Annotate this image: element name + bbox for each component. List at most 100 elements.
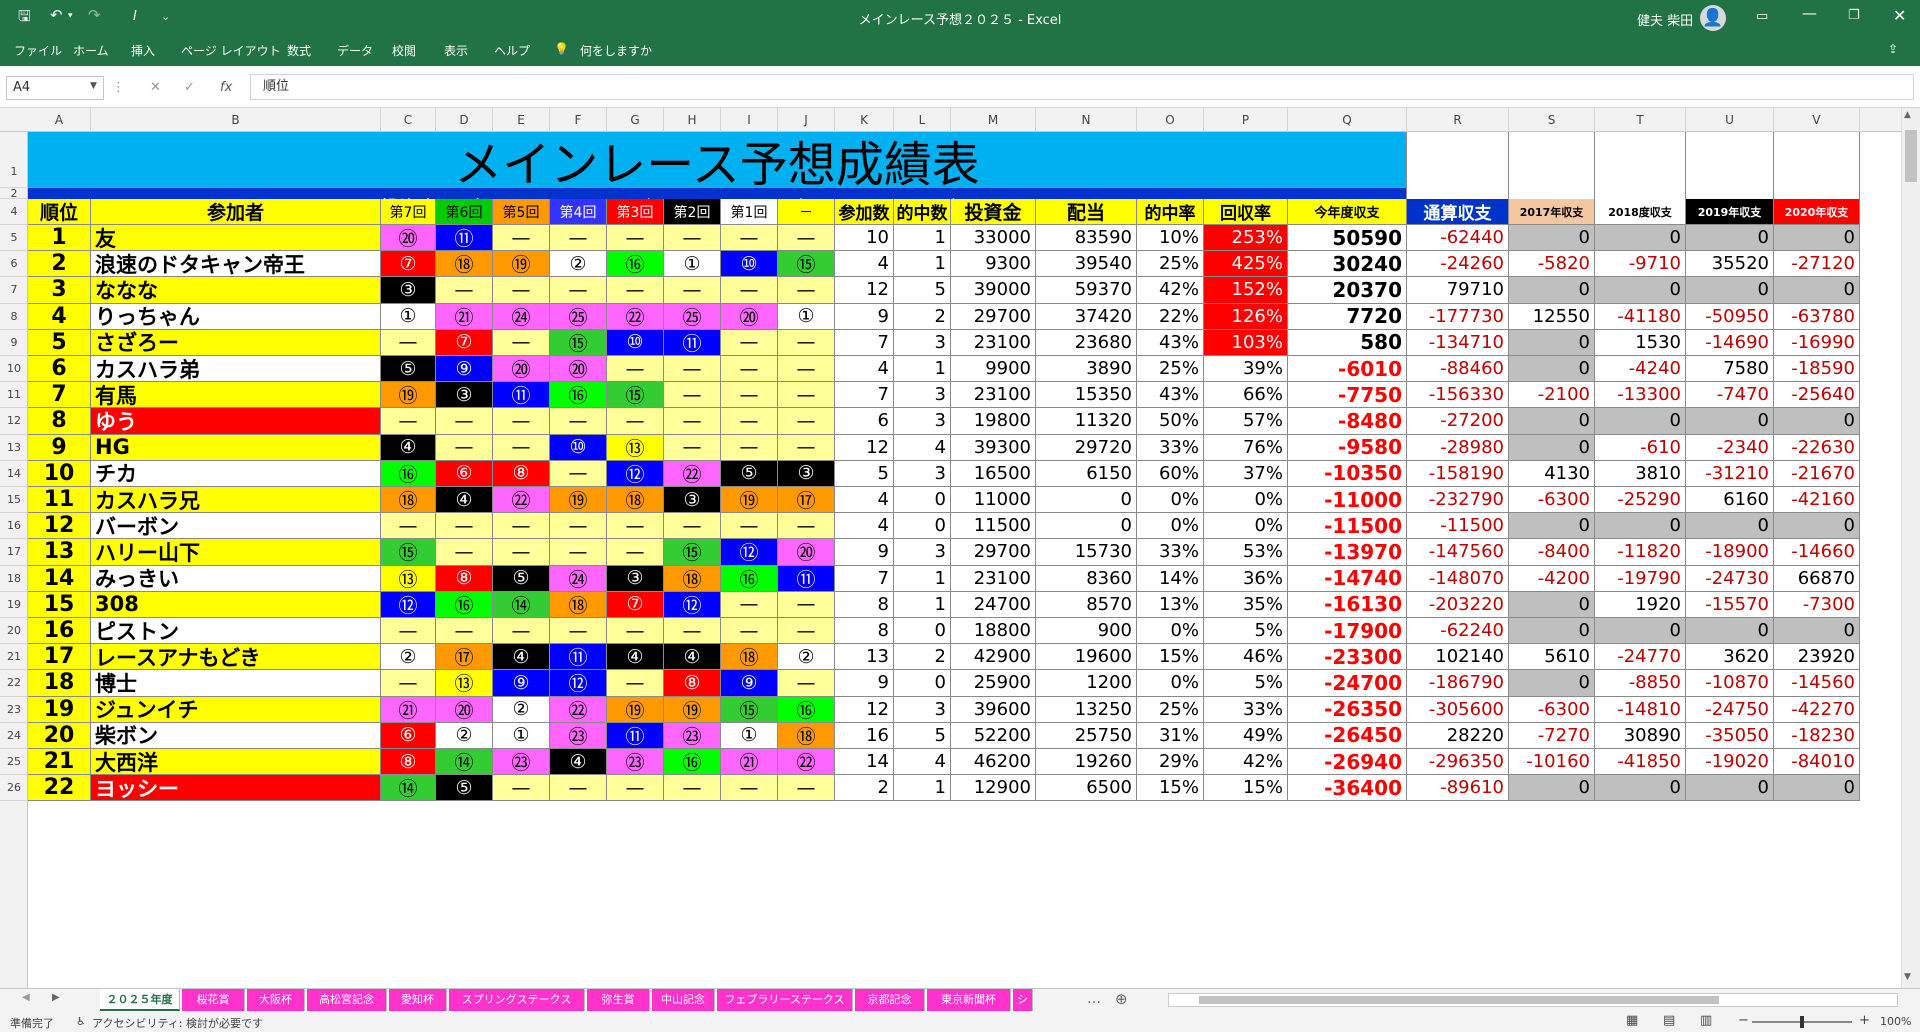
total-balance-cell[interactable]: 28220 [1407, 722, 1509, 749]
payout-cell[interactable]: 900 [1036, 618, 1137, 645]
return-rate-cell[interactable]: 126% [1204, 303, 1288, 330]
race-result-cell[interactable]: — [664, 408, 721, 435]
row-header[interactable]: 21 [0, 644, 28, 671]
hits-cell[interactable]: 2 [894, 303, 951, 330]
payout-cell[interactable]: 15730 [1036, 539, 1137, 566]
hits-cell[interactable]: 1 [894, 591, 951, 618]
entries-cell[interactable]: 7 [835, 382, 894, 409]
year-history-cell[interactable]: -8850 [1595, 670, 1686, 697]
year-history-cell[interactable]: 0 [1595, 618, 1686, 645]
race-result-cell[interactable]: ② [381, 644, 436, 671]
return-rate-cell[interactable]: 5% [1204, 670, 1288, 697]
entries-cell[interactable]: 13 [835, 644, 894, 671]
race-result-cell[interactable]: — [778, 356, 835, 383]
race-result-cell[interactable]: ① [664, 251, 721, 278]
year-history-cell[interactable]: 0 [1686, 225, 1774, 252]
name-box-dropdown-icon[interactable]: ▼ [90, 81, 97, 91]
race-result-cell[interactable]: ㉒ [493, 487, 550, 514]
year-balance-cell[interactable]: -14740 [1288, 565, 1407, 592]
race-result-cell[interactable]: — [436, 539, 493, 566]
column-header[interactable]: I [721, 108, 778, 132]
year-history-cell[interactable]: 1530 [1595, 329, 1686, 356]
payout-cell[interactable]: 59370 [1036, 277, 1137, 304]
year-balance-cell[interactable]: -6010 [1288, 356, 1407, 383]
row-header[interactable]: 19 [0, 592, 28, 618]
rank-cell[interactable]: 12 [28, 513, 91, 540]
hit-rate-cell[interactable]: 42% [1137, 277, 1204, 304]
add-sheet-icon[interactable]: ⊕ [1115, 990, 1128, 1008]
column-header[interactable]: A [28, 108, 91, 132]
header-cell[interactable]: 2017年収支 [1509, 199, 1595, 225]
year-history-cell[interactable]: 0 [1509, 434, 1595, 461]
year-history-cell[interactable]: -4200 [1509, 565, 1595, 592]
hit-rate-cell[interactable]: 25% [1137, 251, 1204, 278]
tab-data[interactable]: データ [337, 42, 373, 59]
year-balance-cell[interactable]: 50590 [1288, 225, 1407, 252]
race-result-cell[interactable]: ⑧ [436, 565, 493, 592]
year-history-cell[interactable]: 0 [1686, 775, 1774, 802]
payout-cell[interactable]: 1200 [1036, 670, 1137, 697]
entries-cell[interactable]: 9 [835, 539, 894, 566]
return-rate-cell[interactable]: 76% [1204, 434, 1288, 461]
race-result-cell[interactable]: ② [778, 644, 835, 671]
tab-more-icon[interactable]: … [1087, 991, 1101, 1007]
tell-me-search[interactable]: 何をしますか [580, 42, 652, 59]
column-header[interactable]: O [1137, 108, 1204, 132]
hits-cell[interactable]: 1 [894, 775, 951, 802]
year-history-cell[interactable]: -8400 [1509, 539, 1595, 566]
race-result-cell[interactable]: ⑤ [436, 775, 493, 802]
year-balance-cell[interactable]: -9580 [1288, 434, 1407, 461]
race-result-cell[interactable]: — [436, 277, 493, 304]
race-result-cell[interactable]: ③ [664, 487, 721, 514]
hits-cell[interactable]: 4 [894, 749, 951, 776]
year-history-cell[interactable]: -24770 [1595, 644, 1686, 671]
return-rate-cell[interactable]: 37% [1204, 460, 1288, 487]
race-result-cell[interactable]: ⑬ [436, 670, 493, 697]
participant-name[interactable]: さざろー [91, 329, 381, 356]
total-balance-cell[interactable]: -24260 [1407, 251, 1509, 278]
race-result-cell[interactable]: — [721, 225, 778, 252]
year-history-cell[interactable]: 35520 [1686, 251, 1774, 278]
return-rate-cell[interactable]: 103% [1204, 329, 1288, 356]
race-result-cell[interactable]: ⑩ [721, 251, 778, 278]
sheet-tab[interactable]: 京都記念 [855, 989, 925, 1011]
return-rate-cell[interactable]: 33% [1204, 696, 1288, 723]
total-balance-cell[interactable]: -186790 [1407, 670, 1509, 697]
year-history-cell[interactable]: -18230 [1774, 722, 1860, 749]
race-result-cell[interactable]: — [493, 513, 550, 540]
race-result-cell[interactable]: ⑳ [778, 539, 835, 566]
row-header[interactable]: 23 [0, 697, 28, 723]
investment-cell[interactable]: 25900 [951, 670, 1036, 697]
year-history-cell[interactable]: -16990 [1774, 329, 1860, 356]
row-header[interactable]: 11 [0, 382, 28, 409]
year-history-cell[interactable]: -14560 [1774, 670, 1860, 697]
year-history-cell[interactable]: 66870 [1774, 565, 1860, 592]
header-cell[interactable]: 通算収支 [1407, 199, 1509, 225]
column-header[interactable]: G [607, 108, 664, 132]
participant-name[interactable]: ジュンイチ [91, 696, 381, 723]
year-history-cell[interactable]: 0 [1774, 618, 1860, 645]
race-result-cell[interactable]: ⑳ [550, 356, 607, 383]
year-balance-cell[interactable]: -7750 [1288, 382, 1407, 409]
race-result-cell[interactable]: — [721, 356, 778, 383]
tab-help[interactable]: ヘルプ [494, 42, 530, 59]
race-result-cell[interactable]: — [721, 775, 778, 802]
race-result-cell[interactable]: — [778, 329, 835, 356]
header-cell[interactable]: 今年度収支 [1288, 199, 1407, 225]
header-cell[interactable]: 的中率 [1137, 199, 1204, 225]
race-result-cell[interactable]: ㉑ [436, 303, 493, 330]
rank-cell[interactable]: 2 [28, 251, 91, 278]
hits-cell[interactable]: 1 [894, 251, 951, 278]
race-result-cell[interactable]: ⑱ [550, 591, 607, 618]
investment-cell[interactable]: 33000 [951, 225, 1036, 252]
race-result-cell[interactable]: ⑱ [778, 722, 835, 749]
race-result-cell[interactable]: ① [381, 303, 436, 330]
year-history-cell[interactable]: 0 [1686, 408, 1774, 435]
investment-cell[interactable]: 23100 [951, 329, 1036, 356]
participant-name[interactable]: ピストン [91, 618, 381, 645]
hits-cell[interactable]: 1 [894, 225, 951, 252]
investment-cell[interactable]: 16500 [951, 460, 1036, 487]
payout-cell[interactable]: 8570 [1036, 591, 1137, 618]
hit-rate-cell[interactable]: 25% [1137, 356, 1204, 383]
investment-cell[interactable]: 23100 [951, 565, 1036, 592]
